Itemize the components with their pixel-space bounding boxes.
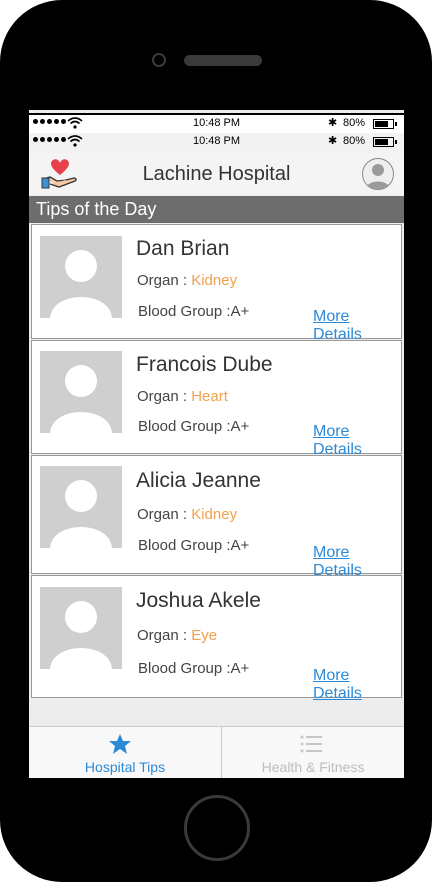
person-placeholder-icon (40, 351, 122, 433)
organ-label: Organ : (137, 272, 192, 289)
list-icon (300, 735, 322, 753)
front-camera (152, 53, 166, 67)
bluetooth-icon: ✱ (328, 135, 338, 147)
organ-value: Kidney (191, 506, 238, 523)
battery-icon (373, 119, 397, 129)
blood-group: Blood Group :A+ (138, 303, 250, 320)
donor-name: Francois Dube (136, 353, 273, 376)
donor-card: Dan Brian Organ : Kidney Blood Group :A+… (31, 224, 402, 343)
organ-line: Organ : Kidney (137, 272, 237, 289)
battery-percent: 80% (343, 117, 366, 129)
more-details-link[interactable]: More Details (313, 667, 401, 703)
bottom-tab-bar: Hospital Tips Health & Fitness (29, 726, 404, 778)
organ-label: Organ : (137, 506, 192, 523)
organ-label: Organ : (137, 388, 192, 405)
tab-health-fitness[interactable]: Health & Fitness (222, 727, 404, 778)
home-button[interactable] (184, 795, 250, 861)
organ-line: Organ : Heart (137, 388, 228, 405)
person-placeholder-icon (40, 236, 122, 318)
tab-label: Health & Fitness (261, 759, 365, 775)
status-bar-secondary: 10:48 PM ✱ 80% (29, 133, 404, 153)
organ-value: Kidney (191, 272, 238, 289)
app-screen: 10:48 PM ✱ 80% 10:48 PM ✱ 80% Lachine Ho… (29, 110, 404, 778)
page-title: Lachine Hospital (142, 163, 291, 185)
donor-card: Joshua Akele Organ : Eye Blood Group :A+… (31, 575, 402, 702)
section-header: Tips of the Day (29, 196, 404, 223)
tab-hospital-tips[interactable]: Hospital Tips (29, 727, 221, 778)
app-header: Lachine Hospital (29, 153, 404, 195)
organ-label: Organ : (137, 627, 192, 644)
status-bar: 10:48 PM ✱ 80% (29, 113, 404, 135)
person-placeholder-icon (40, 587, 122, 669)
organ-value: Eye (191, 627, 218, 644)
battery-icon (373, 137, 397, 147)
organ-line: Organ : Kidney (137, 506, 237, 523)
more-details-link[interactable]: More Details (313, 423, 401, 459)
tab-label: Hospital Tips (84, 759, 166, 775)
person-placeholder-icon (40, 466, 122, 548)
donor-card: Alicia Jeanne Organ : Kidney Blood Group… (31, 455, 402, 579)
donor-card: Francois Dube Organ : Heart Blood Group … (31, 340, 402, 458)
blood-group: Blood Group :A+ (138, 537, 250, 554)
battery-percent: 80% (343, 135, 366, 147)
phone-frame: 10:48 PM ✱ 80% 10:48 PM ✱ 80% Lachine Ho… (0, 0, 432, 882)
donor-name: Joshua Akele (136, 589, 261, 612)
donor-name: Alicia Jeanne (136, 469, 261, 492)
profile-avatar[interactable] (362, 158, 394, 190)
donor-name: Dan Brian (136, 237, 230, 260)
organ-line: Organ : Eye (137, 627, 217, 644)
star-icon (109, 734, 131, 754)
bluetooth-icon: ✱ (328, 117, 338, 129)
user-icon (366, 164, 390, 189)
more-details-link[interactable]: More Details (313, 308, 401, 344)
blood-group: Blood Group :A+ (138, 418, 250, 435)
organ-value: Heart (191, 388, 228, 405)
blood-group: Blood Group :A+ (138, 660, 250, 677)
earpiece-speaker (184, 55, 262, 66)
